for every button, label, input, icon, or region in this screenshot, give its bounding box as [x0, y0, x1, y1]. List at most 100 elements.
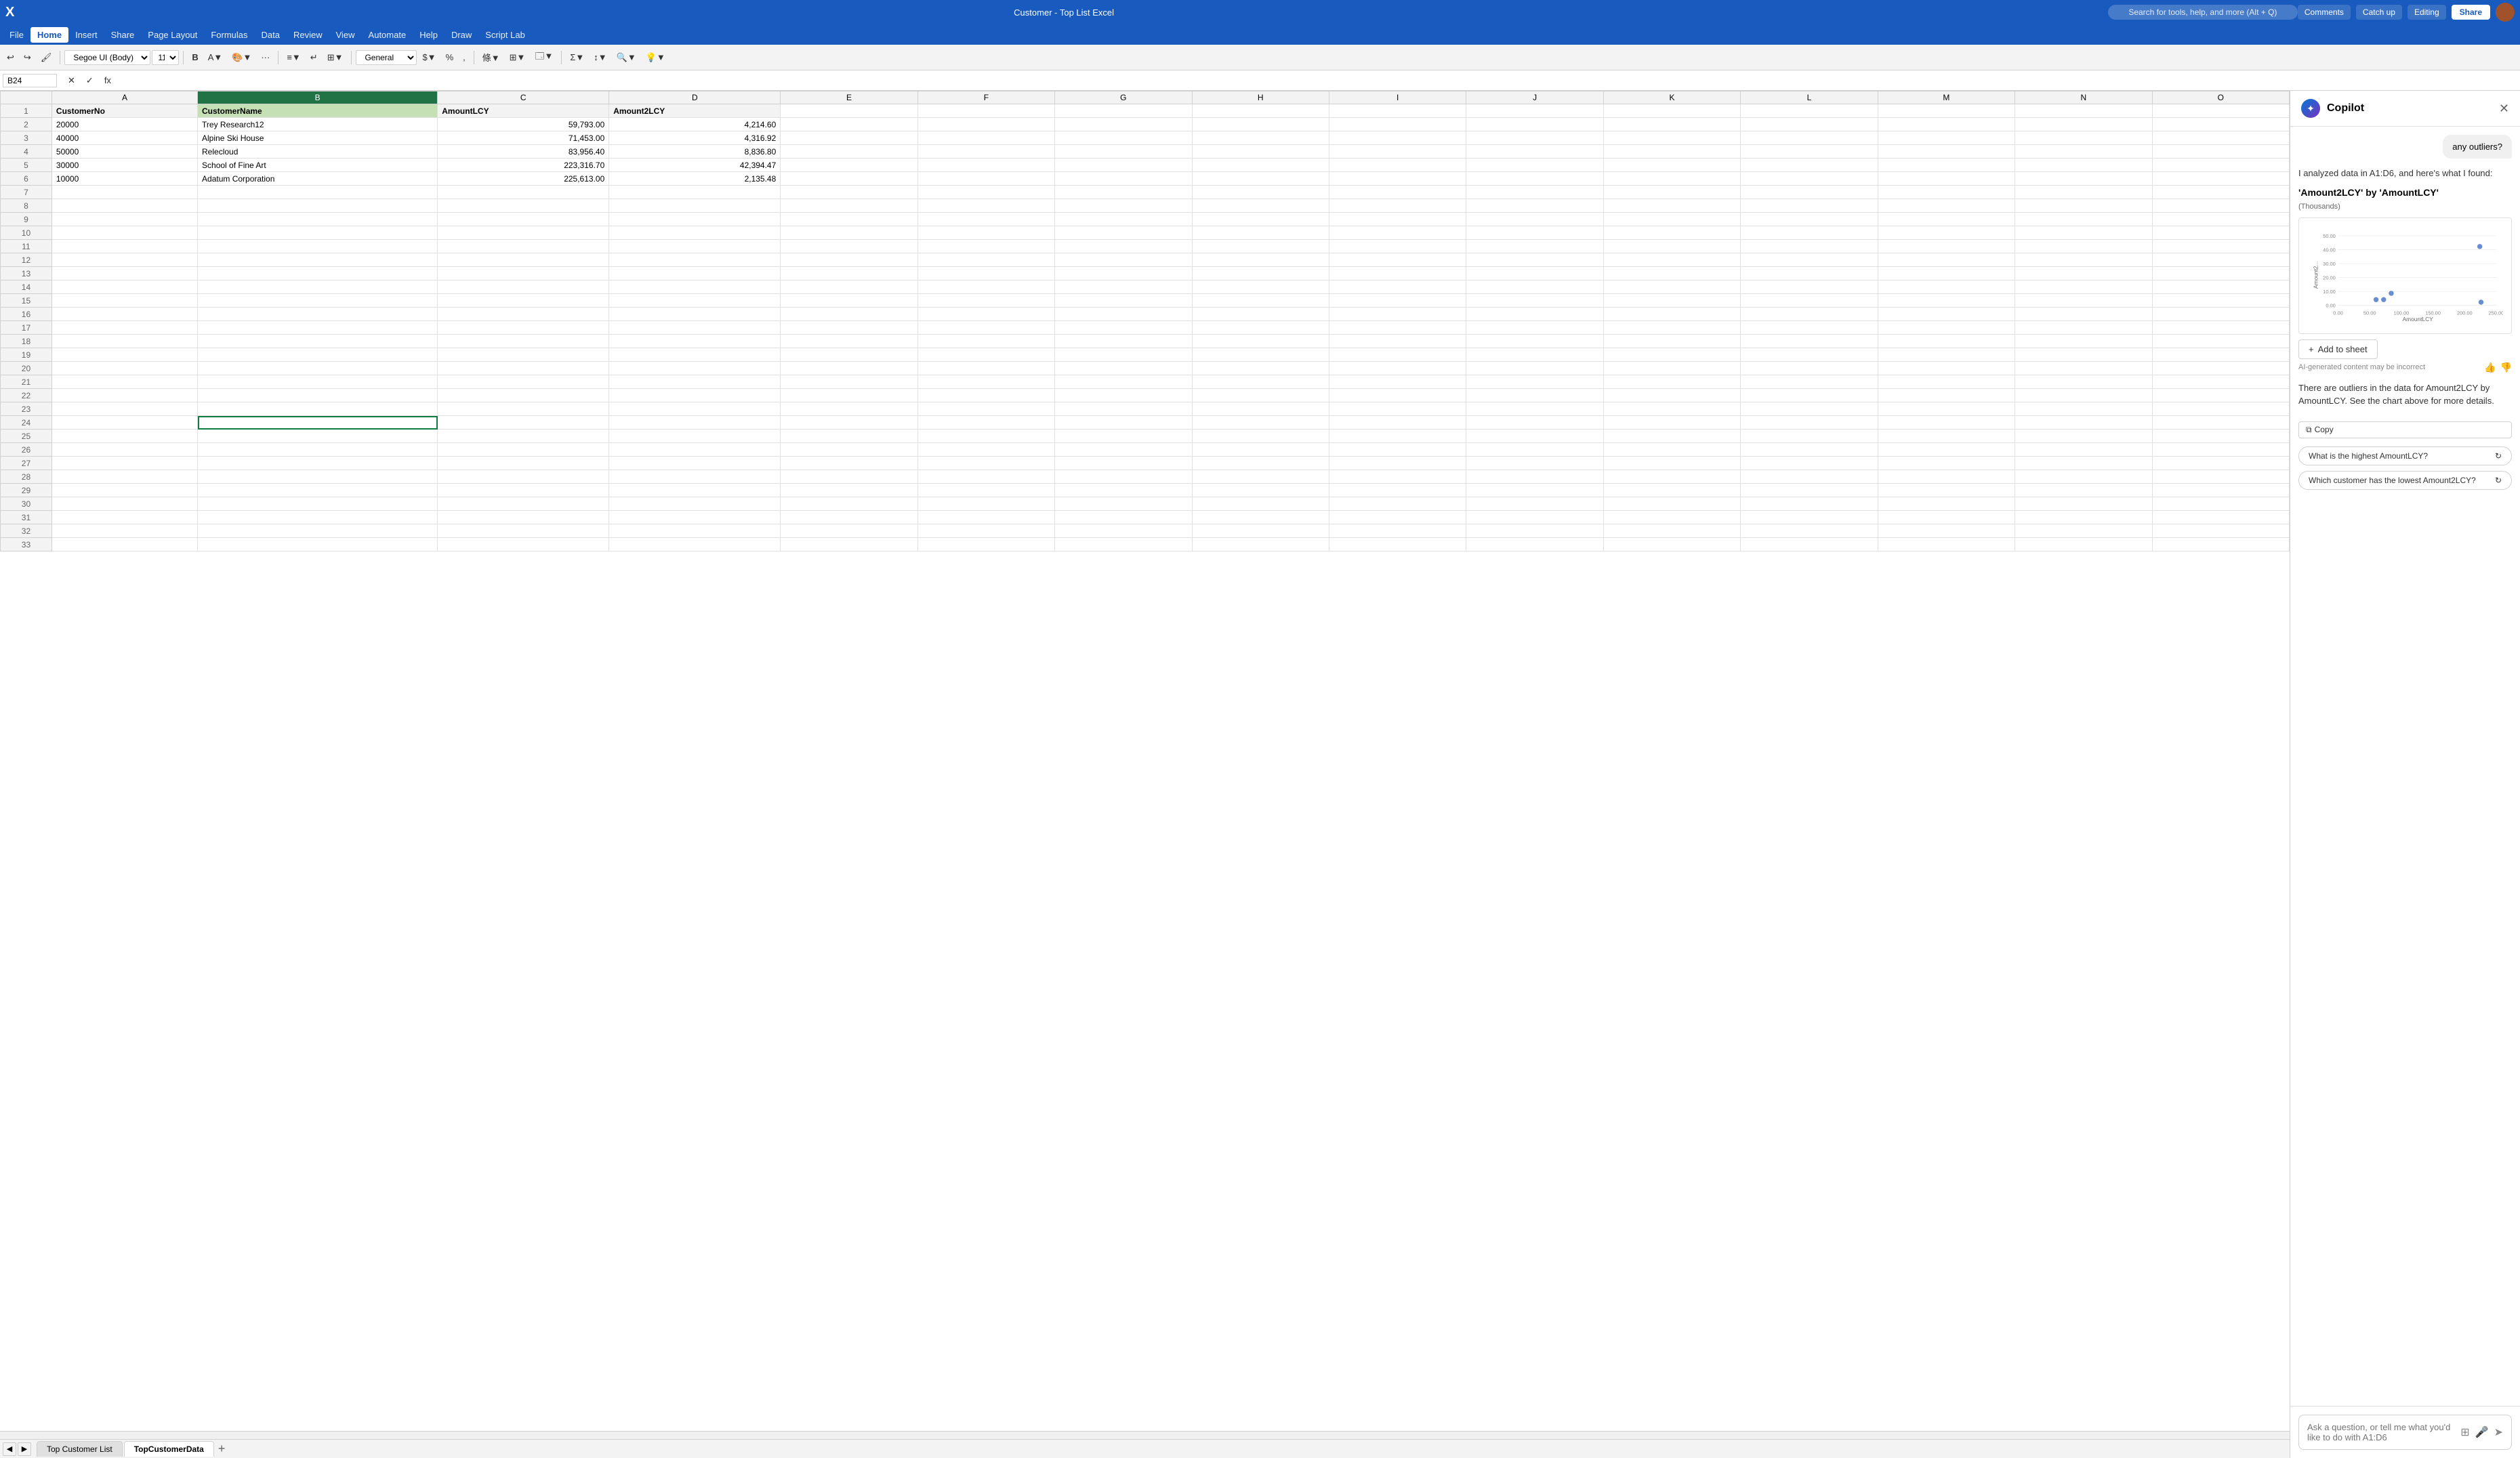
cell-empty[interactable] [2152, 104, 2290, 118]
empty-cell[interactable] [781, 484, 917, 497]
empty-cell[interactable] [51, 430, 197, 443]
empty-cell[interactable] [1329, 524, 1466, 538]
empty-cell[interactable] [609, 511, 781, 524]
cell-empty[interactable] [1329, 131, 1466, 145]
cell-a2[interactable]: 20000 [51, 118, 197, 131]
empty-cell[interactable] [1878, 470, 2015, 484]
empty-cell[interactable] [1878, 199, 2015, 213]
empty-cell[interactable] [1055, 443, 1192, 457]
empty-cell[interactable] [2152, 497, 2290, 511]
empty-cell[interactable] [781, 430, 917, 443]
empty-cell[interactable] [1878, 484, 2015, 497]
empty-cell[interactable] [2152, 389, 2290, 402]
cell-empty[interactable] [1741, 159, 1878, 172]
empty-cell[interactable] [1329, 240, 1466, 253]
font-name-select[interactable]: Segoe UI (Body) [64, 50, 150, 65]
empty-cell[interactable] [609, 199, 781, 213]
empty-cell[interactable] [609, 497, 781, 511]
cell-empty[interactable] [1741, 118, 1878, 131]
cell-empty[interactable] [2015, 172, 2152, 186]
cell-empty[interactable] [781, 131, 917, 145]
empty-cell[interactable] [438, 294, 609, 308]
cell-empty[interactable] [2015, 104, 2152, 118]
empty-cell[interactable] [1192, 199, 1329, 213]
cell-empty[interactable] [1603, 145, 1740, 159]
empty-cell[interactable] [2015, 253, 2152, 267]
empty-cell[interactable] [1741, 348, 1878, 362]
empty-cell[interactable] [51, 199, 197, 213]
empty-cell[interactable] [1603, 497, 1740, 511]
cell-reference-input[interactable]: B24 [3, 74, 57, 87]
empty-cell[interactable] [2152, 484, 2290, 497]
empty-cell[interactable] [1466, 308, 1603, 321]
menu-review[interactable]: Review [287, 27, 329, 43]
empty-cell[interactable] [1192, 497, 1329, 511]
empty-cell[interactable] [1055, 538, 1192, 551]
empty-cell[interactable] [438, 484, 609, 497]
empty-cell[interactable] [781, 253, 917, 267]
empty-cell[interactable] [917, 213, 1054, 226]
cell-empty[interactable] [1603, 172, 1740, 186]
empty-cell[interactable] [781, 457, 917, 470]
empty-cell[interactable] [917, 484, 1054, 497]
empty-cell[interactable] [1603, 524, 1740, 538]
empty-cell[interactable] [1055, 321, 1192, 335]
empty-cell[interactable] [1192, 240, 1329, 253]
empty-cell[interactable] [198, 375, 438, 389]
cell-d5[interactable]: 42,394.47 [609, 159, 781, 172]
empty-cell[interactable] [198, 430, 438, 443]
empty-cell[interactable] [917, 199, 1054, 213]
cell-empty[interactable] [1741, 104, 1878, 118]
empty-cell[interactable] [1055, 213, 1192, 226]
empty-cell[interactable] [1603, 294, 1740, 308]
empty-cell[interactable] [917, 416, 1054, 430]
empty-cell[interactable] [1603, 470, 1740, 484]
empty-cell[interactable] [609, 416, 781, 430]
empty-cell[interactable] [1878, 375, 2015, 389]
empty-cell[interactable] [198, 321, 438, 335]
col-header-c[interactable]: C [438, 91, 609, 104]
cell-c1[interactable]: AmountLCY [438, 104, 609, 118]
empty-cell[interactable] [438, 375, 609, 389]
cell-empty[interactable] [1466, 159, 1603, 172]
plugin-icon-button[interactable]: ⊞ [2460, 1425, 2469, 1439]
empty-cell[interactable] [1329, 538, 1466, 551]
empty-cell[interactable] [2152, 470, 2290, 484]
sheet-nav-prev[interactable]: ◀ [3, 1442, 16, 1456]
empty-cell[interactable] [1329, 308, 1466, 321]
empty-cell[interactable] [198, 294, 438, 308]
cell-d2[interactable]: 4,214.60 [609, 118, 781, 131]
empty-cell[interactable] [1741, 524, 1878, 538]
empty-cell[interactable] [2152, 321, 2290, 335]
empty-cell[interactable] [1329, 253, 1466, 267]
col-header-i[interactable]: I [1329, 91, 1466, 104]
cell-empty[interactable] [1603, 118, 1740, 131]
empty-cell[interactable] [1466, 538, 1603, 551]
empty-cell[interactable] [917, 470, 1054, 484]
empty-cell[interactable] [1329, 199, 1466, 213]
cell-empty[interactable] [917, 172, 1054, 186]
format-painter-button[interactable]: 🖌 [37, 50, 56, 65]
empty-cell[interactable] [198, 497, 438, 511]
empty-cell[interactable] [1466, 484, 1603, 497]
col-header-l[interactable]: L [1741, 91, 1878, 104]
empty-cell[interactable] [2015, 294, 2152, 308]
empty-cell[interactable] [1741, 484, 1878, 497]
empty-cell[interactable] [1466, 199, 1603, 213]
empty-cell[interactable] [609, 524, 781, 538]
col-header-k[interactable]: K [1603, 91, 1740, 104]
empty-cell[interactable] [609, 457, 781, 470]
cell-empty[interactable] [2152, 145, 2290, 159]
cell-empty[interactable] [1055, 104, 1192, 118]
empty-cell[interactable] [2015, 511, 2152, 524]
empty-cell[interactable] [1603, 375, 1740, 389]
empty-cell[interactable] [51, 267, 197, 280]
cell-empty[interactable] [1466, 145, 1603, 159]
empty-cell[interactable] [1329, 389, 1466, 402]
col-header-g[interactable]: G [1055, 91, 1192, 104]
empty-cell[interactable] [51, 280, 197, 294]
empty-cell[interactable] [51, 213, 197, 226]
col-header-e[interactable]: E [781, 91, 917, 104]
cell-b2[interactable]: Trey Research12 [198, 118, 438, 131]
empty-cell[interactable] [198, 240, 438, 253]
